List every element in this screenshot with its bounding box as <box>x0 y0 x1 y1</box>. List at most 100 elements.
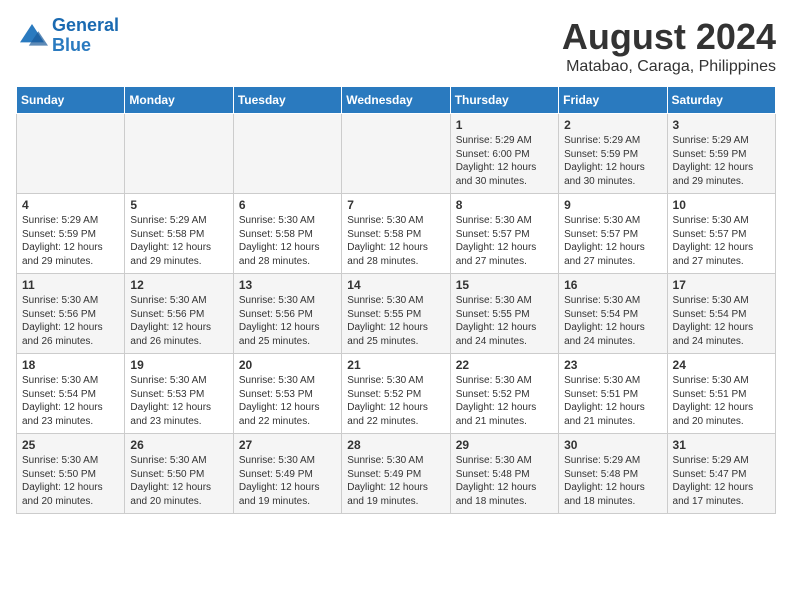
col-header-friday: Friday <box>559 87 667 114</box>
day-number: 10 <box>673 198 770 212</box>
logo-icon <box>16 20 48 52</box>
calendar-cell: 29Sunrise: 5:30 AM Sunset: 5:48 PM Dayli… <box>450 434 558 514</box>
cell-content: Sunrise: 5:30 AM Sunset: 5:51 PM Dayligh… <box>564 374 661 428</box>
cell-content: Sunrise: 5:30 AM Sunset: 5:53 PM Dayligh… <box>239 374 336 428</box>
cell-content: Sunrise: 5:30 AM Sunset: 5:54 PM Dayligh… <box>673 294 770 348</box>
day-number: 25 <box>22 438 119 452</box>
day-number: 9 <box>564 198 661 212</box>
day-number: 23 <box>564 358 661 372</box>
logo-line2: Blue <box>52 35 91 55</box>
calendar-cell: 24 Sunrise: 5:30 AM Sunset: 5:51 PM Dayli… <box>667 354 775 434</box>
cell-content: Sunrise: 5:30 AM Sunset: 5:57 PM Dayligh… <box>564 214 661 268</box>
calendar-cell: 16 Sunrise: 5:30 AM Sunset: 5:54 PM Dayli… <box>559 274 667 354</box>
col-header-wednesday: Wednesday <box>342 87 450 114</box>
cell-content: Sunrise: 5:29 AM Sunset: 6:00 PM Dayligh… <box>456 134 553 188</box>
cell-content: Sunrise: 5:30 AM Sunset: 5:50 PM Dayligh… <box>130 454 227 508</box>
day-number: 22 <box>456 358 553 372</box>
day-number: 12 <box>130 278 227 292</box>
calendar-cell: 17 Sunrise: 5:30 AM Sunset: 5:54 PM Dayli… <box>667 274 775 354</box>
calendar-cell: 10 Sunrise: 5:30 AM Sunset: 5:57 PM Dayli… <box>667 194 775 274</box>
calendar-cell: 19Sunrise: 5:30 AM Sunset: 5:53 PM Dayli… <box>125 354 233 434</box>
calendar-cell: 2 Sunrise: 5:29 AM Sunset: 5:59 PM Daylig… <box>559 114 667 194</box>
calendar-cell: 22 Sunrise: 5:30 AM Sunset: 5:52 PM Dayli… <box>450 354 558 434</box>
cell-content: Sunrise: 5:29 AM Sunset: 5:47 PM Dayligh… <box>673 454 770 508</box>
cell-content: Sunrise: 5:30 AM Sunset: 5:52 PM Dayligh… <box>456 374 553 428</box>
cell-content: Sunrise: 5:30 AM Sunset: 5:51 PM Dayligh… <box>673 374 770 428</box>
day-number: 24 <box>673 358 770 372</box>
cell-content: Sunrise: 5:30 AM Sunset: 5:57 PM Dayligh… <box>456 214 553 268</box>
cell-content: Sunrise: 5:29 AM Sunset: 5:48 PM Dayligh… <box>564 454 661 508</box>
calendar-cell: 31 Sunrise: 5:29 AM Sunset: 5:47 PM Dayli… <box>667 434 775 514</box>
day-number: 17 <box>673 278 770 292</box>
cell-content: Sunrise: 5:29 AM Sunset: 5:58 PM Dayligh… <box>130 214 227 268</box>
day-number: 18 <box>22 358 119 372</box>
logo-line1: General <box>52 15 119 35</box>
cell-content: Sunrise: 5:30 AM Sunset: 5:53 PM Dayligh… <box>130 374 227 428</box>
day-number: 2 <box>564 118 661 132</box>
calendar-cell: 27Sunrise: 5:30 AM Sunset: 5:49 PM Dayli… <box>233 434 341 514</box>
calendar-cell: 9 Sunrise: 5:30 AM Sunset: 5:57 PM Daylig… <box>559 194 667 274</box>
day-number: 26 <box>130 438 227 452</box>
cell-content: Sunrise: 5:30 AM Sunset: 5:58 PM Dayligh… <box>239 214 336 268</box>
page-header: General Blue August 2024 Matabao, Caraga… <box>16 16 776 76</box>
col-header-saturday: Saturday <box>667 87 775 114</box>
cell-content: Sunrise: 5:30 AM Sunset: 5:57 PM Dayligh… <box>673 214 770 268</box>
day-number: 28 <box>347 438 444 452</box>
cell-content: Sunrise: 5:30 AM Sunset: 5:58 PM Dayligh… <box>347 214 444 268</box>
location-subtitle: Matabao, Caraga, Philippines <box>562 58 776 76</box>
col-header-sunday: Sunday <box>17 87 125 114</box>
calendar-cell: 21 Sunrise: 5:30 AM Sunset: 5:52 PM Dayli… <box>342 354 450 434</box>
cell-content: Sunrise: 5:30 AM Sunset: 5:54 PM Dayligh… <box>22 374 119 428</box>
cell-content: Sunrise: 5:30 AM Sunset: 5:56 PM Dayligh… <box>130 294 227 348</box>
calendar-cell: 18 Sunrise: 5:30 AM Sunset: 5:54 PM Dayli… <box>17 354 125 434</box>
cell-content: Sunrise: 5:30 AM Sunset: 5:52 PM Dayligh… <box>347 374 444 428</box>
calendar-cell: 14 Sunrise: 5:30 AM Sunset: 5:55 PM Dayli… <box>342 274 450 354</box>
day-number: 13 <box>239 278 336 292</box>
cell-content: Sunrise: 5:30 AM Sunset: 5:48 PM Dayligh… <box>456 454 553 508</box>
cell-content: Sunrise: 5:29 AM Sunset: 5:59 PM Dayligh… <box>673 134 770 188</box>
title-block: August 2024 Matabao, Caraga, Philippines <box>562 16 776 76</box>
calendar-cell: 13 Sunrise: 5:30 AM Sunset: 5:56 PM Dayli… <box>233 274 341 354</box>
calendar-cell: 28Sunrise: 5:30 AM Sunset: 5:49 PM Dayli… <box>342 434 450 514</box>
calendar-table: SundayMondayTuesdayWednesdayThursdayFrid… <box>16 86 776 514</box>
day-number: 14 <box>347 278 444 292</box>
day-number: 31 <box>673 438 770 452</box>
day-number: 20 <box>239 358 336 372</box>
calendar-cell: 4 Sunrise: 5:29 AM Sunset: 5:59 PM Daylig… <box>17 194 125 274</box>
day-number: 4 <box>22 198 119 212</box>
calendar-week-row: 18 Sunrise: 5:30 AM Sunset: 5:54 PM Dayli… <box>17 354 776 434</box>
calendar-cell: 20 Sunrise: 5:30 AM Sunset: 5:53 PM Dayli… <box>233 354 341 434</box>
col-header-thursday: Thursday <box>450 87 558 114</box>
calendar-week-row: 11 Sunrise: 5:30 AM Sunset: 5:56 PM Dayli… <box>17 274 776 354</box>
cell-content: Sunrise: 5:29 AM Sunset: 5:59 PM Dayligh… <box>22 214 119 268</box>
logo-text: General Blue <box>52 16 119 56</box>
day-number: 7 <box>347 198 444 212</box>
col-header-tuesday: Tuesday <box>233 87 341 114</box>
day-number: 27 <box>239 438 336 452</box>
calendar-cell: 15Sunrise: 5:30 AM Sunset: 5:55 PM Dayli… <box>450 274 558 354</box>
cell-content: Sunrise: 5:30 AM Sunset: 5:55 PM Dayligh… <box>347 294 444 348</box>
col-header-monday: Monday <box>125 87 233 114</box>
calendar-cell <box>233 114 341 194</box>
calendar-cell: 1 Sunrise: 5:29 AM Sunset: 6:00 PM Daylig… <box>450 114 558 194</box>
day-number: 3 <box>673 118 770 132</box>
day-number: 16 <box>564 278 661 292</box>
logo: General Blue <box>16 16 119 56</box>
calendar-cell: 11 Sunrise: 5:30 AM Sunset: 5:56 PM Dayli… <box>17 274 125 354</box>
cell-content: Sunrise: 5:30 AM Sunset: 5:56 PM Dayligh… <box>22 294 119 348</box>
day-number: 21 <box>347 358 444 372</box>
calendar-cell <box>342 114 450 194</box>
calendar-header-row: SundayMondayTuesdayWednesdayThursdayFrid… <box>17 87 776 114</box>
cell-content: Sunrise: 5:30 AM Sunset: 5:54 PM Dayligh… <box>564 294 661 348</box>
calendar-cell <box>125 114 233 194</box>
cell-content: Sunrise: 5:30 AM Sunset: 5:56 PM Dayligh… <box>239 294 336 348</box>
day-number: 11 <box>22 278 119 292</box>
month-year-title: August 2024 <box>562 16 776 58</box>
cell-content: Sunrise: 5:29 AM Sunset: 5:59 PM Dayligh… <box>564 134 661 188</box>
calendar-cell: 7 Sunrise: 5:30 AM Sunset: 5:58 PM Daylig… <box>342 194 450 274</box>
calendar-cell <box>17 114 125 194</box>
day-number: 15 <box>456 278 553 292</box>
day-number: 1 <box>456 118 553 132</box>
calendar-cell: 25Sunrise: 5:30 AM Sunset: 5:50 PM Dayli… <box>17 434 125 514</box>
calendar-cell: 12 Sunrise: 5:30 AM Sunset: 5:56 PM Dayli… <box>125 274 233 354</box>
